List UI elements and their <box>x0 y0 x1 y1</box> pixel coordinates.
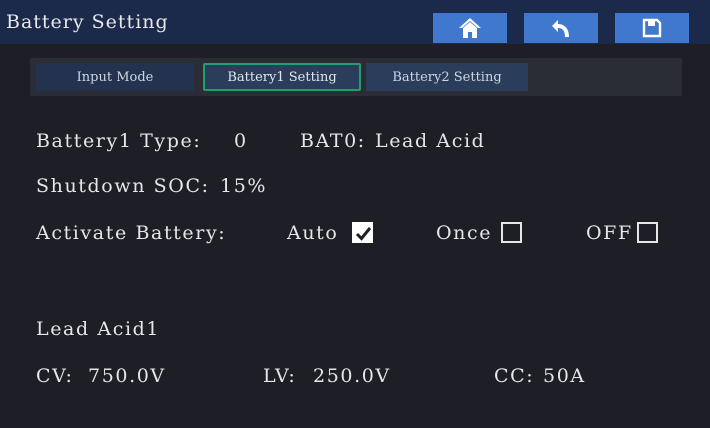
page-title: Battery Setting <box>6 11 169 33</box>
check-icon <box>355 227 372 241</box>
bat0-value: Lead Acid <box>375 130 486 152</box>
battery-type-value[interactable]: 0 <box>234 130 248 152</box>
lv-label: LV: <box>263 365 297 387</box>
once-option-label: Once <box>436 222 493 244</box>
back-button[interactable] <box>524 13 598 43</box>
home-button[interactable] <box>433 13 507 43</box>
off-checkbox[interactable] <box>637 222 658 243</box>
bat0-label: BAT0: <box>300 130 366 152</box>
back-icon <box>551 18 571 38</box>
activate-battery-label: Activate Battery: <box>36 222 227 244</box>
off-option-label: OFF <box>586 222 633 244</box>
save-button[interactable] <box>615 13 689 43</box>
once-checkbox[interactable] <box>501 222 522 243</box>
battery-type-label: Battery1 Type: <box>36 130 202 152</box>
auto-checkbox[interactable] <box>352 222 373 243</box>
cc-value[interactable]: 50A <box>543 365 586 387</box>
save-icon <box>642 18 662 38</box>
tab-battery2-setting[interactable]: Battery2 Setting <box>366 63 528 91</box>
lead-acid-title: Lead Acid1 <box>36 318 161 340</box>
home-icon <box>458 17 482 39</box>
lv-value[interactable]: 250.0V <box>313 365 391 387</box>
auto-option-label: Auto <box>287 222 339 244</box>
cv-label: CV: <box>36 365 74 387</box>
shutdown-soc-label: Shutdown SOC: <box>36 175 210 197</box>
tab-battery1-setting[interactable]: Battery1 Setting <box>203 63 361 91</box>
shutdown-soc-value[interactable]: 15% <box>220 175 267 197</box>
cv-value[interactable]: 750.0V <box>88 365 166 387</box>
cc-label: CC: <box>494 365 535 387</box>
tab-input-mode[interactable]: Input Mode <box>36 63 194 91</box>
